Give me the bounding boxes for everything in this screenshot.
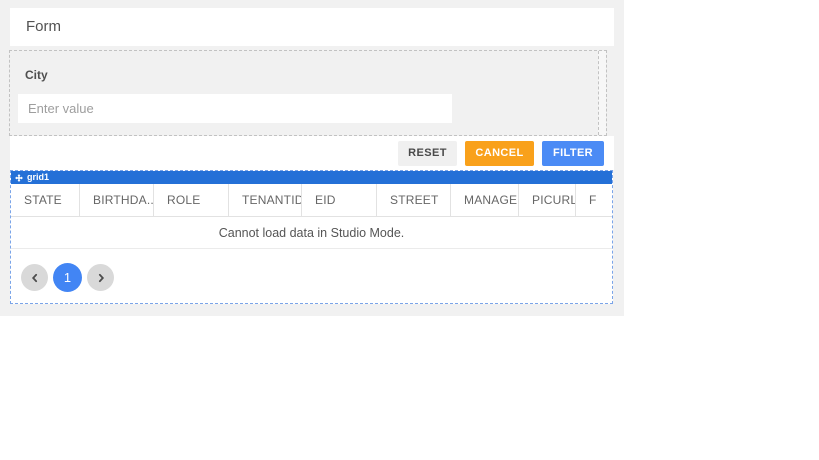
- grid-column-header[interactable]: EID: [302, 184, 377, 216]
- grid-header-row: STATE BIRTHDA... ROLE TENANTID EID STREE…: [11, 184, 612, 217]
- grid-tag-label: grid1: [27, 172, 50, 182]
- pagination-page-1[interactable]: 1: [53, 263, 82, 292]
- chevron-right-icon: [98, 273, 104, 282]
- grid-column-header[interactable]: PICURL: [519, 184, 576, 216]
- grid-column-header[interactable]: BIRTHDA...: [80, 184, 154, 216]
- grid-column-header[interactable]: STATE: [11, 184, 80, 216]
- cancel-button[interactable]: CANCEL: [465, 140, 534, 166]
- grid-column-header[interactable]: ROLE: [154, 184, 229, 216]
- city-input[interactable]: [18, 94, 452, 123]
- fieldset-right-strip: [598, 51, 606, 135]
- grid-column-header[interactable]: TENANTID: [229, 184, 302, 216]
- city-field-label: City: [25, 68, 48, 82]
- grid-column-header[interactable]: F: [576, 184, 612, 216]
- pagination-prev-button[interactable]: [21, 264, 48, 291]
- reset-button[interactable]: RESET: [398, 140, 457, 166]
- data-grid[interactable]: grid1 STATE BIRTHDA... ROLE TENANTID EID…: [10, 170, 613, 304]
- form-fieldset[interactable]: City: [9, 50, 607, 136]
- grid-empty-message: Cannot load data in Studio Mode.: [11, 217, 612, 249]
- form-toolbar: RESET CANCEL FILTER: [10, 136, 614, 170]
- grid-column-header[interactable]: MANAGE...: [451, 184, 519, 216]
- form-title: Form: [26, 18, 61, 35]
- pagination-next-button[interactable]: [87, 264, 114, 291]
- move-cross-icon: [15, 173, 23, 182]
- grid-selection-tag[interactable]: grid1: [11, 171, 612, 184]
- filter-button[interactable]: FILTER: [542, 140, 604, 166]
- grid-column-header[interactable]: STREET: [377, 184, 451, 216]
- studio-canvas: Form City RESET CANCEL FILTER grid1 STAT…: [0, 0, 624, 316]
- form-header-card: Form: [10, 8, 614, 46]
- grid-pagination: 1: [11, 249, 612, 292]
- chevron-left-icon: [31, 273, 37, 282]
